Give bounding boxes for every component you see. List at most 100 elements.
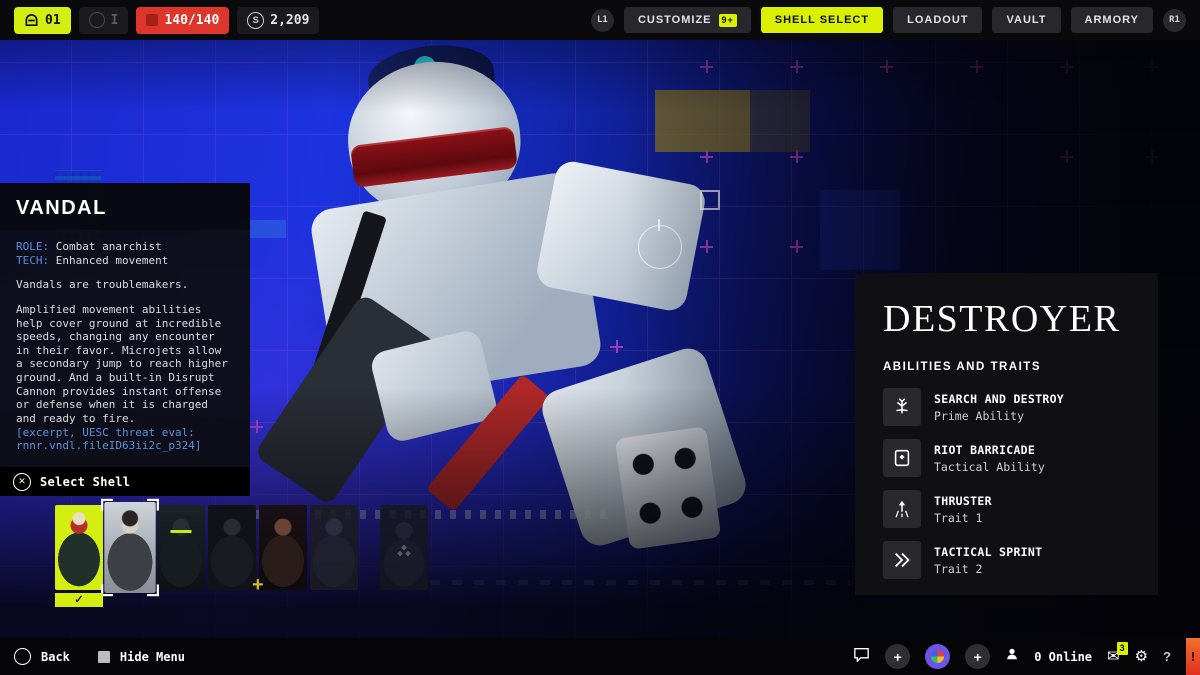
- shell-portrait: [104, 502, 155, 593]
- hide-menu-label[interactable]: Hide Menu: [120, 650, 185, 664]
- alert-tile[interactable]: !: [1186, 638, 1200, 675]
- new-shell-plus-badge: +: [252, 575, 264, 595]
- shell-portrait: [259, 505, 307, 590]
- select-shell-label: Select Shell: [40, 475, 130, 489]
- shell-tile[interactable]: [157, 505, 205, 590]
- shell-role-line: ROLE: Combat anarchist TECH: Enhanced mo…: [16, 240, 234, 267]
- player-slot-2[interactable]: I: [79, 7, 129, 34]
- online-players-icon: [1005, 647, 1019, 666]
- shell-row-gap: [361, 505, 377, 590]
- ability-text: SEARCH AND DESTROY Prime Ability: [934, 392, 1064, 423]
- bottom-right-cluster: + + 0 Online ✉ 3 ⚙ ? !: [853, 638, 1186, 675]
- shell-tile-locked[interactable]: [380, 505, 428, 590]
- currency-value: 2,209: [270, 13, 309, 28]
- inbox-button[interactable]: ✉ 3: [1107, 649, 1120, 664]
- armor-grid-icon: [146, 14, 158, 26]
- selection-bracket: [101, 499, 113, 511]
- ability-name: RIOT BARRICADE: [934, 443, 1045, 457]
- tab-loadout[interactable]: LOADOUT: [893, 7, 982, 33]
- tab-armory-label: ARMORY: [1085, 14, 1139, 26]
- ability-name: TACTICAL SPRINT: [934, 545, 1042, 559]
- shell-select-screen: 01 I 140/140 S 2,209 L1 CUSTOMIZE 9+ SHE…: [0, 0, 1200, 675]
- shell-portrait: [55, 505, 103, 590]
- shell-portrait: [208, 505, 256, 590]
- shell-helmet-icon: [24, 13, 39, 28]
- shell-tile[interactable]: [310, 505, 358, 590]
- search-and-destroy-icon: [883, 388, 921, 426]
- circle-button-icon: [14, 648, 31, 665]
- selection-bracket: [147, 584, 159, 596]
- top-bar: 01 I 140/140 S 2,209 L1 CUSTOMIZE 9+ SHE…: [0, 0, 1200, 40]
- abilities-subtitle: ABILITIES AND TRAITS: [883, 361, 1130, 373]
- tab-vault[interactable]: VAULT: [992, 7, 1060, 33]
- tab-customize[interactable]: CUSTOMIZE 9+: [624, 7, 751, 33]
- shell-info-body: ROLE: Combat anarchist TECH: Enhanced mo…: [0, 230, 250, 469]
- left-bumper-icon: L1: [591, 9, 614, 32]
- ability-row[interactable]: SEARCH AND DESTROY Prime Ability: [883, 388, 1130, 426]
- ability-row[interactable]: THRUSTER Trait 1: [883, 490, 1130, 528]
- tab-customize-label: CUSTOMIZE: [638, 14, 712, 26]
- plus-icon: +: [974, 650, 982, 664]
- currency-badge: S 2,209: [237, 7, 319, 34]
- select-shell-prompt[interactable]: ✕ Select Shell: [0, 467, 250, 496]
- right-bumper-icon: R1: [1163, 9, 1186, 32]
- ability-name: SEARCH AND DESTROY: [934, 392, 1064, 406]
- customize-count-badge: 9+: [719, 14, 737, 27]
- player-slot-1[interactable]: 01: [14, 7, 71, 34]
- shell-portrait: [157, 505, 205, 590]
- riot-barricade-icon: [883, 439, 921, 477]
- thruster-icon: [883, 490, 921, 528]
- settings-gear-icon[interactable]: ⚙: [1135, 649, 1148, 664]
- shell-thumbnail-row: [55, 505, 428, 590]
- tab-shell-select[interactable]: SHELL SELECT: [761, 7, 883, 33]
- online-status: 0 Online: [1034, 650, 1092, 664]
- ability-name: THRUSTER: [934, 494, 992, 508]
- help-button[interactable]: ?: [1163, 649, 1171, 664]
- shell-tile-selected[interactable]: [104, 502, 155, 593]
- selection-bracket: [147, 499, 159, 511]
- player-slot-number: 01: [45, 13, 61, 28]
- bottom-bar: Back Hide Menu + + 0 Online ✉ 3 ⚙ ? !: [0, 638, 1200, 675]
- shell-excerpt: [excerpt, UESC threat eval: rnnr.vndl.fi…: [16, 426, 234, 453]
- tech-value: Enhanced movement: [49, 254, 168, 267]
- tactical-sprint-icon: [883, 541, 921, 579]
- hide-menu-checkbox[interactable]: [98, 651, 110, 663]
- top-nav: L1 CUSTOMIZE 9+ SHELL SELECT LOADOUT VAU…: [591, 7, 1186, 33]
- tech-label: TECH:: [16, 254, 49, 267]
- role-value: Combat anarchist: [49, 240, 162, 253]
- health-badge: 140/140: [136, 7, 229, 34]
- ability-row[interactable]: RIOT BARRICADE Tactical Ability: [883, 439, 1130, 477]
- plus-icon: +: [894, 650, 902, 664]
- ability-text: TACTICAL SPRINT Trait 2: [934, 545, 1042, 576]
- equipped-check-badge: ✓: [55, 593, 103, 607]
- emote-pinwheel-icon: [931, 650, 944, 663]
- health-value: 140/140: [164, 13, 219, 28]
- character-preview-scene: VANDAL ROLE: Combat anarchist TECH: Enha…: [0, 40, 1200, 638]
- ability-type: Trait 2: [934, 562, 1042, 576]
- currency-icon: S: [247, 12, 264, 29]
- ability-row[interactable]: TACTICAL SPRINT Trait 2: [883, 541, 1130, 579]
- shell-name-title: VANDAL: [0, 183, 250, 230]
- player-slot-2-label: I: [111, 13, 119, 28]
- ability-type: Trait 1: [934, 511, 992, 525]
- chat-icon[interactable]: [853, 647, 870, 667]
- shell-description: Amplified movement abilities help cover …: [16, 303, 234, 426]
- emote-wheel-button[interactable]: [925, 644, 950, 669]
- tab-vault-label: VAULT: [1006, 14, 1046, 26]
- ability-type: Tactical Ability: [934, 460, 1045, 474]
- role-label: ROLE:: [16, 240, 49, 253]
- shell-tile[interactable]: [259, 505, 307, 590]
- back-label[interactable]: Back: [41, 650, 70, 664]
- shell-tile[interactable]: [208, 505, 256, 590]
- tab-loadout-label: LOADOUT: [907, 14, 968, 26]
- ability-text: THRUSTER Trait 1: [934, 494, 992, 525]
- ability-set-title: DESTROYER: [883, 297, 1130, 341]
- ability-text: RIOT BARRICADE Tactical Ability: [934, 443, 1045, 474]
- abilities-panel: DESTROYER ABILITIES AND TRAITS SEARCH AN…: [855, 273, 1158, 595]
- shell-portrait: [310, 505, 358, 590]
- invite-button[interactable]: +: [965, 644, 990, 669]
- locked-shell-icon: [397, 545, 411, 564]
- shell-tile-equipped[interactable]: [55, 505, 103, 590]
- add-friend-button[interactable]: +: [885, 644, 910, 669]
- tab-armory[interactable]: ARMORY: [1071, 7, 1153, 33]
